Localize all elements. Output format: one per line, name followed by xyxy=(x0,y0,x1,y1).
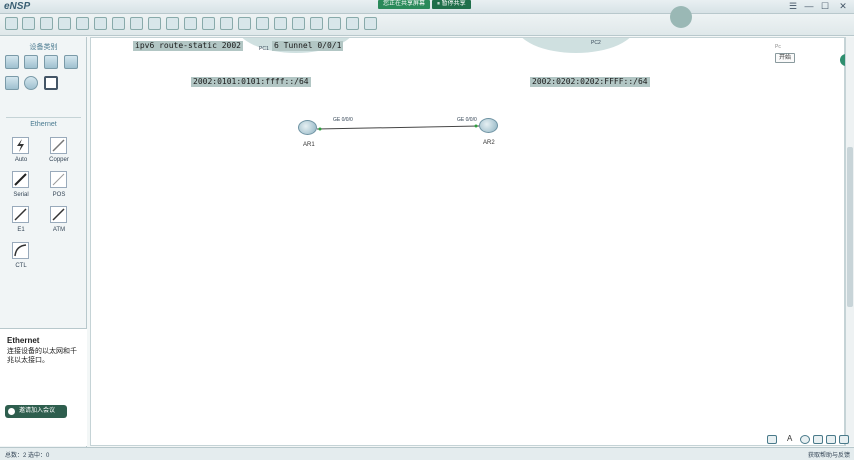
clear-icon[interactable] xyxy=(202,17,215,30)
print-icon[interactable] xyxy=(94,17,107,30)
save-icon[interactable] xyxy=(58,17,71,30)
grid-tray-icon[interactable] xyxy=(839,435,849,444)
auto-cable-icon[interactable] xyxy=(12,137,29,154)
divider xyxy=(6,117,81,118)
menu-icon[interactable]: ☰ xyxy=(786,1,800,12)
link-status-left xyxy=(318,127,322,131)
ethernet-link xyxy=(316,125,480,130)
switch-category-icon[interactable] xyxy=(24,55,38,69)
router-label-ar2: AR2 xyxy=(483,140,495,146)
select-icon[interactable] xyxy=(148,17,161,30)
router-ar1[interactable] xyxy=(298,120,317,135)
pos-cable-icon[interactable] xyxy=(50,171,67,188)
cable-section-title: Ethernet xyxy=(30,121,57,128)
cloud-category-icon[interactable] xyxy=(24,76,38,90)
keyboard-icon[interactable] xyxy=(767,435,777,444)
firewall-category-icon[interactable] xyxy=(64,55,78,69)
undo-icon[interactable] xyxy=(112,17,125,30)
cable-label-e1: E1 xyxy=(17,227,25,233)
atm-cable-icon[interactable] xyxy=(50,206,67,223)
cable-label-auto: Auto xyxy=(14,157,28,163)
pan-icon[interactable] xyxy=(166,17,179,30)
port-label-left: GE 0/0/0 xyxy=(333,117,353,123)
text-icon[interactable] xyxy=(220,17,233,30)
cable-label-pos: POS xyxy=(52,192,66,198)
new-file-icon[interactable] xyxy=(22,17,35,30)
cable-category-icon[interactable] xyxy=(44,76,58,90)
chip-icon xyxy=(8,408,15,415)
e1-cable-icon[interactable] xyxy=(12,206,29,223)
info-title: Ethernet xyxy=(7,336,40,345)
open-icon[interactable] xyxy=(40,17,53,30)
port-label-right: GE 0/0/0 xyxy=(457,117,477,123)
sharing-indicator[interactable]: 您正在共享屏幕 xyxy=(378,0,431,9)
cli-icon[interactable] xyxy=(310,17,323,30)
pause-share-button[interactable]: ⏸ 暂停共享 xyxy=(432,0,471,9)
scroll-thumb[interactable] xyxy=(847,147,853,307)
router-label-ar1: AR1 xyxy=(303,142,315,148)
vertical-scrollbar[interactable] xyxy=(845,37,854,446)
app-title: eNSP xyxy=(4,1,31,12)
start-caption: Pc xyxy=(775,44,781,50)
meeting-chip[interactable]: 邀请加入会议 xyxy=(5,405,67,418)
emoji-icon[interactable] xyxy=(800,435,810,444)
cable-label-ctl: CTL xyxy=(15,263,27,269)
help-feedback-link[interactable]: 获取帮助与反馈 xyxy=(808,450,850,459)
topology-canvas[interactable]: PC1 PC2 ipv6 route-static 2002 6 Tunnel … xyxy=(90,37,845,446)
info-description: 连接设备的以太网和千兆以太接口。 xyxy=(7,348,77,364)
redo-icon[interactable] xyxy=(130,17,143,30)
title-bar: eNSP 您正在共享屏幕 ⏸ 暂停共享 ☰ — ☐ ✕ xyxy=(0,0,854,14)
serial-cable-icon[interactable] xyxy=(12,171,29,188)
terminal-category-icon[interactable] xyxy=(5,76,19,90)
mic-icon[interactable] xyxy=(813,435,823,444)
cable-label-serial: Serial xyxy=(13,192,29,198)
stop-device-icon[interactable] xyxy=(274,17,287,30)
copper-cable-icon[interactable] xyxy=(50,137,67,154)
device-category-title: 设备类别 xyxy=(29,44,58,51)
save-as-icon[interactable] xyxy=(76,17,89,30)
router-ar2[interactable] xyxy=(479,118,498,133)
maximize-button[interactable]: ☐ xyxy=(818,1,832,12)
huawei-icon[interactable] xyxy=(364,17,377,30)
avatar[interactable] xyxy=(670,6,692,28)
link-status-right xyxy=(474,124,478,128)
rectangle-icon[interactable] xyxy=(238,17,251,30)
status-count: 总数：2 选中：0 xyxy=(5,453,50,459)
cable-label-copper: Copper xyxy=(49,157,69,163)
delete-icon[interactable] xyxy=(184,17,197,30)
grid-icon[interactable] xyxy=(346,17,359,30)
router-category-icon[interactable] xyxy=(5,55,19,69)
cable-label-atm: ATM xyxy=(52,227,66,233)
status-bar: 总数：2 选中：0 获取帮助与反馈 xyxy=(0,447,854,460)
settings-icon[interactable] xyxy=(826,435,836,444)
capture-icon[interactable] xyxy=(292,17,305,30)
link-layer xyxy=(316,124,480,131)
chip-label: 邀请加入会议 xyxy=(19,408,56,414)
info-panel: Ethernet 连接设备的以太网和千兆以太接口。 邀请加入会议 xyxy=(0,328,87,446)
close-button[interactable]: ✕ xyxy=(836,1,850,12)
start-device-icon[interactable] xyxy=(256,17,269,30)
start-button[interactable]: 开始 xyxy=(775,53,795,63)
wlan-category-icon[interactable] xyxy=(44,55,58,69)
toolbar xyxy=(0,14,854,36)
minimize-button[interactable]: — xyxy=(802,1,816,11)
text-mode-icon[interactable]: A xyxy=(787,434,797,443)
topology-icon[interactable] xyxy=(328,17,341,30)
ctl-cable-icon[interactable] xyxy=(12,242,29,259)
new-topology-icon[interactable] xyxy=(5,17,18,30)
